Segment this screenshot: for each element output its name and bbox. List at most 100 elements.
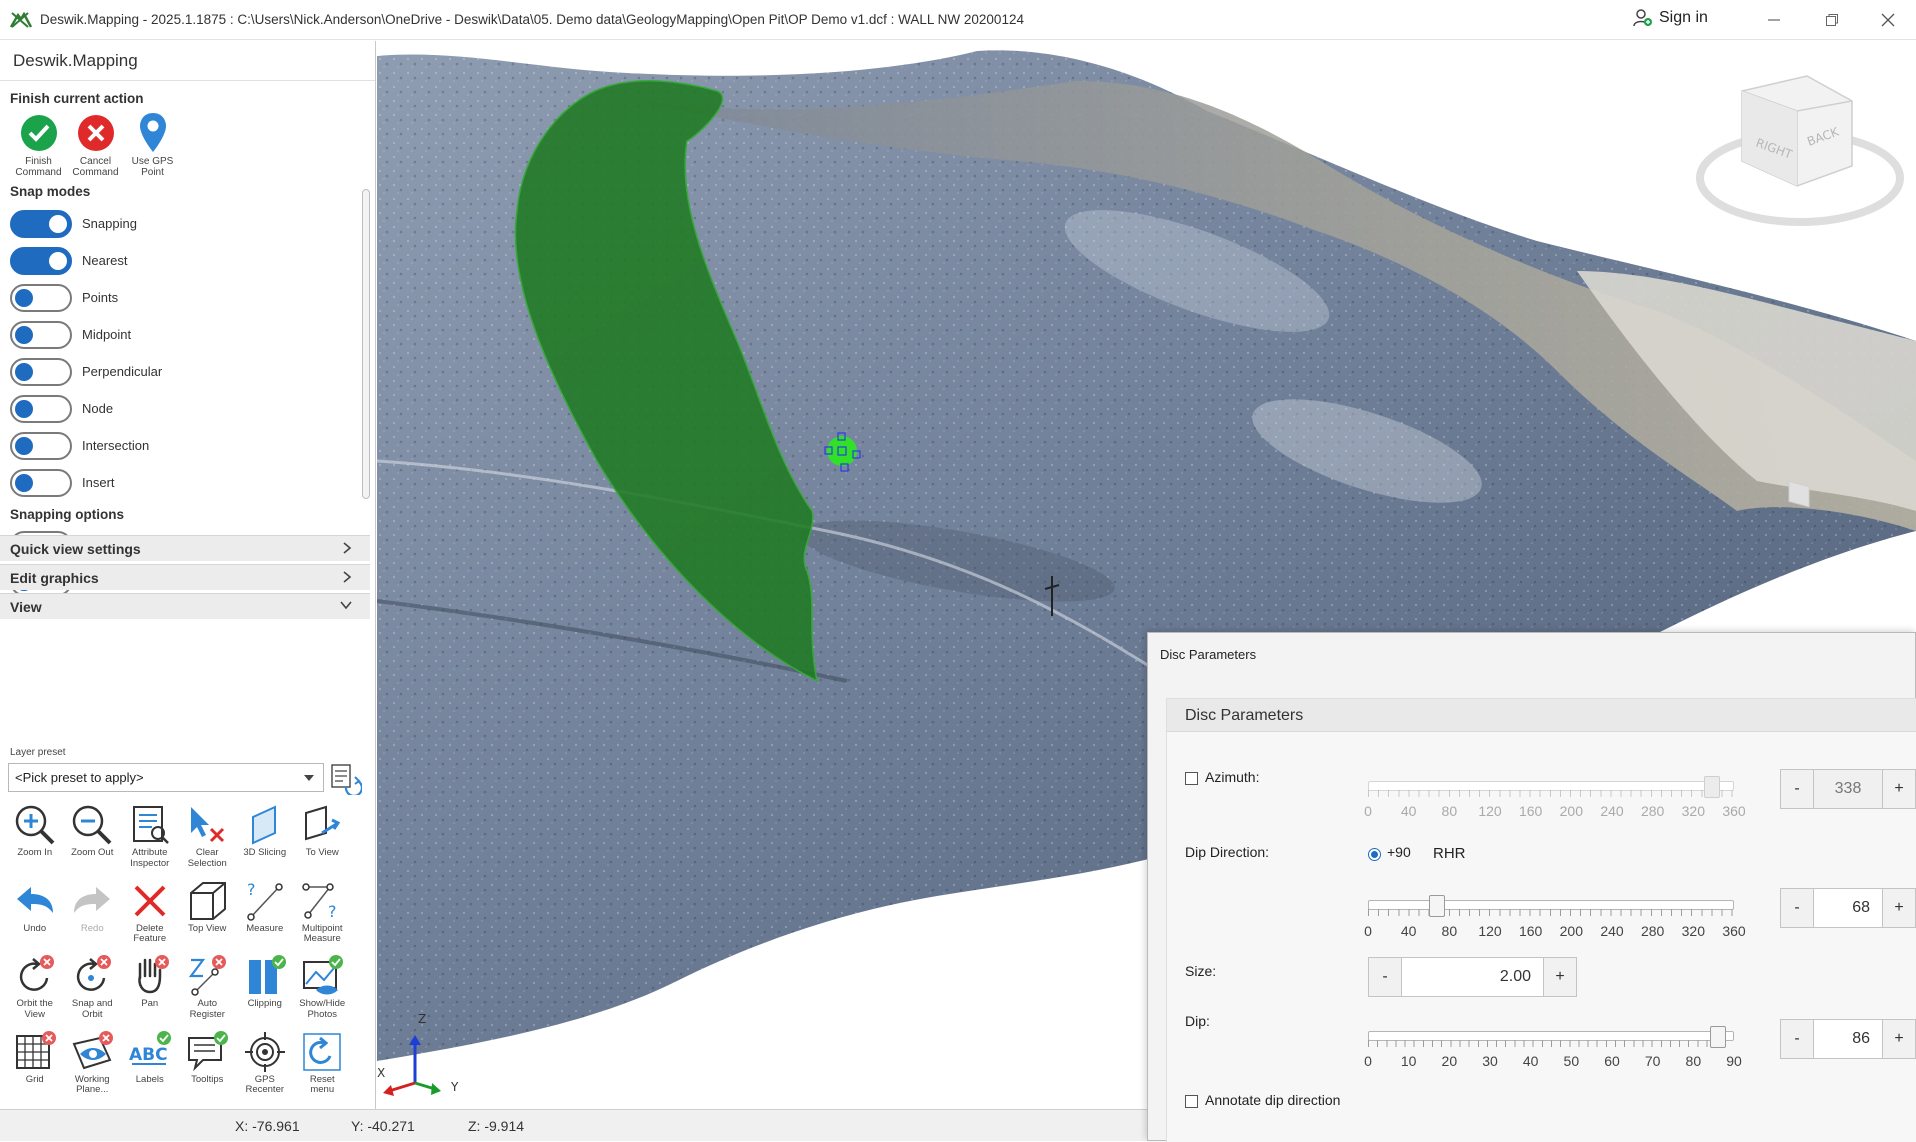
snap-mode-toggle[interactable] [10, 394, 72, 423]
to-view-button[interactable]: To View [294, 803, 352, 879]
finish-command-button[interactable]: Finish Command [10, 112, 67, 178]
close-button[interactable] [1860, 0, 1916, 40]
restore-icon [1826, 14, 1838, 26]
tick-label: 360 [1722, 803, 1746, 819]
tick-label: 40 [1400, 803, 1417, 819]
undo-icon [16, 886, 53, 913]
view-header[interactable]: View [0, 593, 370, 619]
3d-slicing-button[interactable]: 3D Slicing [236, 803, 294, 879]
dip-direction-spinner[interactable]: - 68 + [1780, 888, 1916, 928]
dip-direction-decrement-button[interactable]: - [1781, 889, 1814, 927]
labels-button[interactable]: ABC Labels [121, 1030, 179, 1106]
delete-feature-button[interactable]: Delete Feature [121, 879, 179, 955]
tooltips-button[interactable]: Tooltips [179, 1030, 237, 1106]
size-decrement-button[interactable]: - [1369, 958, 1402, 996]
finish-command-label-2: Command [15, 167, 62, 178]
tick-label: 280 [1640, 803, 1665, 819]
top-view-cube-icon [190, 881, 227, 920]
snap-mode-row[interactable]: Points [0, 279, 375, 316]
snap-and-orbit-button[interactable]: Snap and Orbit [64, 954, 122, 1030]
restore-button[interactable] [1804, 0, 1860, 40]
clipping-button[interactable]: Clipping [236, 954, 294, 1030]
grid-button[interactable]: Grid [6, 1030, 64, 1106]
chevron-right-icon [343, 571, 352, 583]
undo-button[interactable]: Undo [6, 879, 64, 955]
measure-button[interactable]: ? Measure [236, 879, 294, 955]
snap-mode-toggle[interactable] [10, 431, 72, 460]
panel-scrollbar[interactable] [362, 189, 370, 499]
snap-mode-toggle[interactable] [10, 357, 72, 386]
check-circle-icon [20, 115, 57, 151]
plus90-radio[interactable] [1368, 848, 1381, 861]
plus90-label: +90 [1387, 844, 1411, 860]
dip-decrement-button[interactable]: - [1781, 1020, 1814, 1058]
working-plane-button[interactable]: Working Plane... [64, 1030, 122, 1106]
pan-button[interactable]: Pan [121, 954, 179, 1030]
orbit-view-button[interactable]: Orbit the View [6, 954, 64, 1030]
tool-label-2: Recenter [245, 1084, 285, 1095]
azimuth-slider-thumb[interactable] [1703, 776, 1720, 798]
snap-mode-row[interactable]: Perpendicular [0, 353, 375, 390]
tick-label: 320 [1681, 923, 1706, 939]
dip-spinner[interactable]: - 86 + [1780, 1019, 1916, 1059]
dip-slider[interactable] [1368, 1026, 1734, 1050]
redo-button[interactable]: Redo [64, 879, 122, 955]
dip-direction-increment-button[interactable]: + [1882, 889, 1915, 927]
dip-value[interactable]: 86 [1814, 1020, 1882, 1058]
cancel-circle-icon [77, 115, 114, 151]
dip-direction-slider[interactable] [1368, 895, 1734, 919]
auto-register-button[interactable]: Auto Register [179, 954, 237, 1030]
top-view-button[interactable]: Top View [179, 879, 237, 955]
size-value[interactable]: 2.00 [1402, 958, 1543, 996]
layer-preset-manage-button[interactable] [328, 761, 364, 797]
cancel-command-button[interactable]: Cancel Command [67, 112, 124, 178]
azimuth-decrement-button[interactable]: - [1781, 770, 1814, 808]
zoom-out-button[interactable]: Zoom Out [64, 803, 122, 879]
status-y-coordinate: Y: -40.271 [351, 1118, 415, 1134]
tool-label-2: Photos [307, 1008, 338, 1020]
sign-in-button[interactable]: Sign in [1633, 8, 1708, 28]
snap-mode-row[interactable]: Nearest [0, 242, 375, 279]
azimuth-spinner[interactable]: - 338 + [1780, 769, 1916, 809]
snap-mode-toggle[interactable] [10, 320, 72, 349]
snap-mode-label: Node [82, 401, 114, 416]
azimuth-increment-button[interactable]: + [1882, 770, 1915, 808]
multipoint-measure-button[interactable]: ? Multipoint Measure [294, 879, 352, 955]
snap-mode-toggle[interactable] [10, 283, 72, 312]
dip-direction-value[interactable]: 68 [1814, 889, 1882, 927]
edit-graphics-header[interactable]: Edit graphics [0, 564, 370, 590]
layer-preset-dropdown[interactable]: <Pick preset to apply> [8, 763, 324, 792]
dip-slider-thumb[interactable] [1709, 1026, 1726, 1048]
clear-selection-button[interactable]: Clear Selection [179, 803, 237, 879]
size-spinner[interactable]: - 2.00 + [1368, 957, 1577, 997]
use-gps-point-button[interactable]: Use GPS Point [124, 112, 181, 178]
attribute-inspector-icon [132, 806, 169, 844]
attribute-inspector-button[interactable]: Attribute Inspector [121, 803, 179, 879]
minimize-button[interactable] [1746, 0, 1802, 40]
azimuth-slider[interactable] [1368, 776, 1734, 800]
snap-mode-row[interactable]: Node [0, 390, 375, 427]
snap-mode-row[interactable]: Insert [0, 464, 375, 501]
annotate-dip-direction-checkbox[interactable] [1185, 1095, 1198, 1108]
clear-selection-icon [191, 807, 225, 843]
reset-menu-button[interactable]: Reset menu [294, 1030, 352, 1106]
snap-mode-toggle[interactable] [10, 209, 72, 238]
azimuth-checkbox[interactable] [1185, 772, 1198, 785]
snap-mode-toggle[interactable] [10, 246, 72, 275]
dip-increment-button[interactable]: + [1882, 1020, 1915, 1058]
azimuth-label: Azimuth: [1205, 769, 1260, 785]
size-increment-button[interactable]: + [1543, 958, 1576, 996]
gps-recenter-button[interactable]: GPS Recenter [236, 1030, 294, 1106]
azimuth-value[interactable]: 338 [1814, 770, 1882, 808]
snap-mode-row[interactable]: Midpoint [0, 316, 375, 353]
photos-eye-icon [303, 955, 344, 995]
snap-mode-row[interactable]: Intersection [0, 427, 375, 464]
snap-mode-toggle[interactable] [10, 468, 72, 497]
delete-x-icon [134, 885, 166, 916]
dip-direction-slider-thumb[interactable] [1429, 895, 1446, 917]
quick-view-settings-header[interactable]: Quick view settings [0, 535, 370, 561]
zoom-in-button[interactable]: Zoom In [6, 803, 64, 879]
edit-graphics-label: Edit graphics [10, 569, 99, 586]
show-hide-photos-button[interactable]: Show/Hide Photos [294, 954, 352, 1030]
snap-mode-row[interactable]: Snapping [0, 205, 375, 242]
